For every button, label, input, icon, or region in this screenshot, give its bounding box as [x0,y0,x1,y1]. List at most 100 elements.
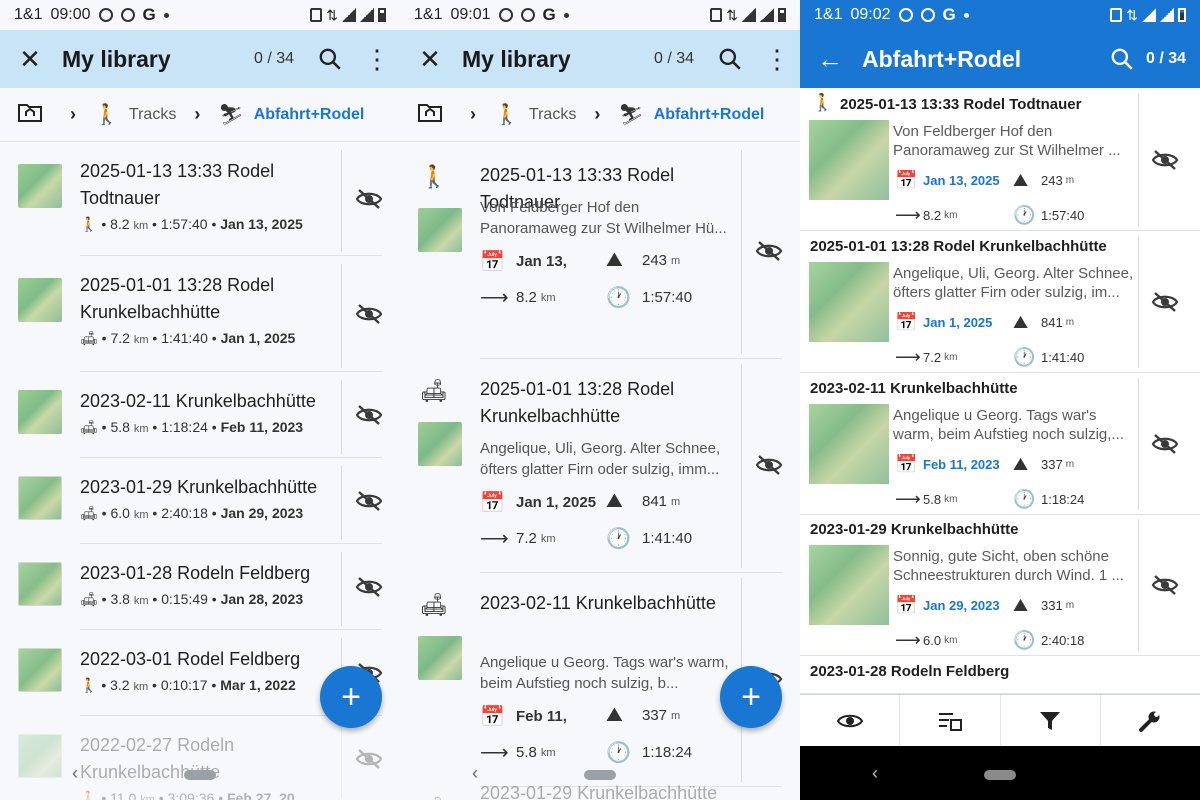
item-description: Von Feldberger Hof den Panoramaweg zur S… [893,123,1121,159]
close-icon[interactable]: ✕ [0,30,60,88]
list-item[interactable]: 2025-01-01 13:28 Rodel Krunkelbachhütte 🛋… [0,256,400,372]
notification-icon [920,8,935,22]
item-date: Jan 1, 2025 [220,330,296,346]
nav-home-pill[interactable] [984,770,1016,780]
distance-arrow-icon: ⟶ [480,287,509,309]
search-icon[interactable] [1098,30,1146,88]
visibility-off-icon[interactable] [352,297,386,331]
folder-home-icon[interactable] [418,102,442,128]
skiing-icon: ⛷ [618,104,644,126]
signal-icon [1160,8,1174,22]
item-stat-dur: 🕐 1:18:24 [1013,489,1084,510]
divider [341,150,342,252]
list-item[interactable]: 2023-02-11 Krunkelbachhütte Angelique u G… [800,374,1200,515]
breadcrumb-current[interactable]: ⛷ Abfahrt+Rodel [218,102,364,127]
item-stat-dist: ⟶ 7.2 km [895,347,957,368]
item-description: Angelique u Georg. Tags war's warm, beim… [893,407,1124,443]
stat-unit: km [944,352,958,363]
status-bar: 1&1 09:02 G ⇅ [800,0,1200,30]
back-arrow-icon[interactable]: ← [800,30,860,88]
folder-home-icon[interactable] [18,102,42,128]
more-options-icon[interactable]: ⋮ [754,30,800,88]
breadcrumb: › 🚶 Tracks › ⛷ Abfahrt+Rodel [400,88,800,142]
wifi-icon [742,8,756,22]
sofa-icon: 🛋 [80,330,98,346]
stat-value: 7.2 [923,350,942,365]
item-title: 2023-02-11 Krunkelbachhütte [80,391,316,411]
item-description: Angelique, Uli, Georg. Alter Schnee, öft… [480,440,721,478]
breadcrumb-current[interactable]: ⛷ Abfahrt+Rodel [618,102,764,127]
stat-unit: km [540,291,556,304]
distance-unit: km [133,220,149,232]
item-description: Angelique u Georg. Tags war's warm, beim… [480,654,729,692]
add-button[interactable]: + [320,666,382,728]
visibility-off-icon[interactable] [352,398,386,432]
item-meta: 🛋 • 7.2 km • 1:41:40 • Jan 1, 2025 [80,330,296,346]
stat-value: 7.2 [516,530,537,547]
list-item[interactable]: 2025-01-01 13:28 Rodel Krunkelbachhütte A… [800,232,1200,373]
list-item[interactable]: 2025-01-13 13:33 Rodel Todtnauer 🚶 • 8.2 … [0,142,400,256]
skiing-icon: ⛷ [218,104,244,126]
more-notifications-icon [963,12,969,18]
visibility-off-icon[interactable] [752,448,786,482]
track-thumbnail [809,120,889,200]
nav-home-pill[interactable] [184,770,216,780]
visibility-icon[interactable] [800,695,901,746]
list-item[interactable]: 2023-01-28 Rodeln Feldberg 🛋 • 3.8 km • 0… [0,544,400,630]
sort-by-date-icon[interactable] [900,695,1001,746]
list-item[interactable]: 🚶 2025-01-13 13:33 Rodel Todtnauer Von Fel… [800,90,1200,231]
item-stat-dur: 🕐 1:41:40 [1013,347,1084,368]
visibility-off-icon[interactable] [1148,568,1182,602]
item-stat-elev: ⛰ 331 m [1013,595,1074,616]
battery-icon [378,8,386,22]
list-item[interactable]: 2023-01-29 Krunkelbachhütte 🛋 • 6.0 km • … [0,458,400,544]
visibility-off-icon[interactable] [1148,285,1182,319]
chevron-right-icon: › [594,104,601,124]
nav-home-pill[interactable] [584,770,616,780]
sofa-icon: 🛋 [420,592,448,617]
wrench-icon[interactable] [1101,695,1200,746]
item-stat-date: 📅 Feb 11, 2023 [895,454,1000,475]
item-description: Angelique, Uli, Georg. Alter Schnee, öft… [893,265,1134,301]
item-stat-dur: 🕐 1:57:40 [1013,205,1084,226]
screen-library-compact: 1&1 09:00 G ⇅ ✕ My library 0 / 34 ⋮ › 🚶 … [0,0,400,800]
carrier-label: 1&1 [14,6,43,23]
visibility-off-icon[interactable] [1148,427,1182,461]
data-icon: ⇅ [1126,6,1138,23]
item-title: 2025-01-13 13:33 Rodel Todtnauer [80,161,275,208]
item-meta: 🛋 • 6.0 km • 2:40:18 • Jan 29, 2023 [80,505,304,521]
stat-value: 5.8 [923,492,942,507]
visibility-off-icon[interactable] [1148,143,1182,177]
nav-back-icon[interactable]: ‹ [72,763,78,784]
app-bar: ← Abfahrt+Rodel 0 / 34 [800,30,1200,88]
breadcrumb-tracks[interactable]: 🚶 Tracks [94,102,176,127]
list-item[interactable]: 2022-02-27 Rodeln Krunkelbachhütte 🚶 • 11… [0,716,400,800]
visibility-off-icon[interactable] [352,182,386,216]
selection-counter: 0 / 34 [1145,50,1186,67]
more-options-icon[interactable]: ⋮ [354,30,400,88]
item-date: Jan 28, 2023 [220,591,304,607]
visibility-off-icon[interactable] [752,234,786,268]
list-item[interactable]: 2023-02-11 Krunkelbachhütte 🛋 • 5.8 km • … [0,372,400,458]
search-icon[interactable] [306,30,354,88]
close-icon[interactable]: ✕ [400,30,460,88]
nav-back-icon[interactable]: ‹ [472,763,478,784]
filter-icon[interactable] [1001,695,1101,746]
bottom-toolbar [800,694,1200,746]
visibility-off-icon[interactable] [352,742,386,776]
item-texts: 2022-03-01 Rodel Feldberg 🚶 • 3.2 km • 0:… [80,646,330,694]
hiking-icon: 🚶 [80,790,98,800]
add-button[interactable]: + [720,666,782,728]
stat-value: Jan 1, 2025 [516,494,597,511]
carrier-label: 1&1 [414,6,443,23]
item-stat-dur: 🕐 1:57:40 [606,285,692,310]
item-title: 2023-02-11 Krunkelbachhütte [480,593,716,613]
visibility-off-icon[interactable] [352,570,386,604]
list-item[interactable]: 2023-01-29 Krunkelbachhütte Sonnig, gute … [800,515,1200,656]
nav-back-icon[interactable]: ‹ [872,763,878,784]
visibility-off-icon[interactable] [352,484,386,518]
search-icon[interactable] [706,30,754,88]
breadcrumb-tracks[interactable]: 🚶 Tracks [494,102,576,127]
item-stat-date: 📅 Feb 11, [480,704,567,729]
list-item[interactable]: 2023-01-28 Rodeln Feldberg [800,657,1200,694]
